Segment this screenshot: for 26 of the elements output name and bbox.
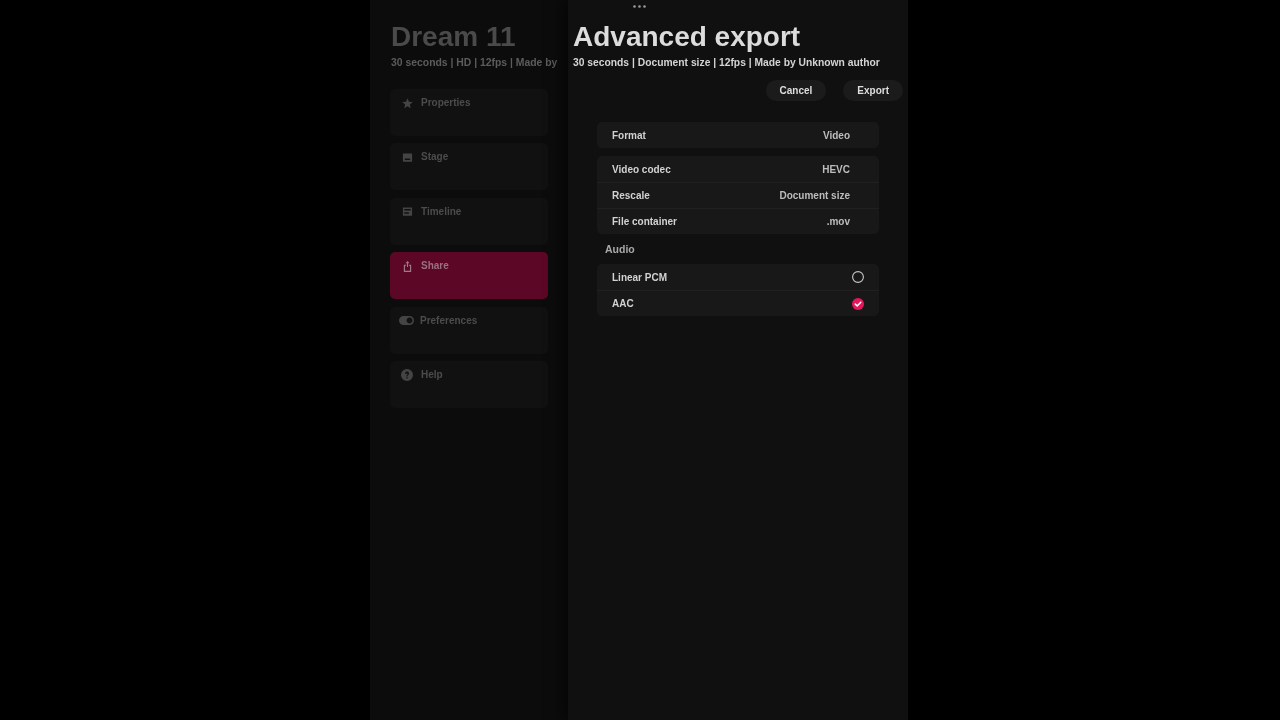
- export-button[interactable]: Export: [843, 80, 903, 101]
- project-meta: 30 seconds | HD | 12fps | Made by: [391, 56, 558, 70]
- toggle-icon: [399, 316, 414, 326]
- project-title: Dream 11: [391, 22, 516, 52]
- section-header: Audio: [604, 242, 636, 256]
- share-icon: [402, 260, 413, 272]
- setting-value[interactable]: .mov: [826, 216, 850, 227]
- setting-label: Video codec: [612, 163, 671, 175]
- setting-label: Rescale: [612, 190, 650, 201]
- help-icon: [401, 368, 413, 381]
- setting-label: File container: [612, 216, 677, 227]
- setting-value[interactable]: HEVC: [822, 163, 850, 175]
- setting-label: Format: [612, 129, 646, 141]
- setting-value[interactable]: Video: [822, 129, 850, 141]
- sheet-meta: 30 seconds | Document size | 12fps | Made by Unknown author: [573, 56, 880, 70]
- cancel-button[interactable]: Cancel: [765, 80, 827, 101]
- dots-icon[interactable]: [633, 5, 646, 8]
- image-icon: [402, 151, 413, 163]
- sheet-title: Advanced export: [573, 22, 801, 52]
- radio-icon[interactable]: [852, 297, 864, 310]
- list-icon: [402, 206, 413, 218]
- setting-label: AAC: [612, 298, 634, 309]
- setting-label: Linear PCM: [612, 271, 667, 283]
- setting-value[interactable]: Document size: [779, 190, 850, 201]
- radio-icon[interactable]: [852, 271, 864, 283]
- star-icon: [402, 97, 413, 109]
